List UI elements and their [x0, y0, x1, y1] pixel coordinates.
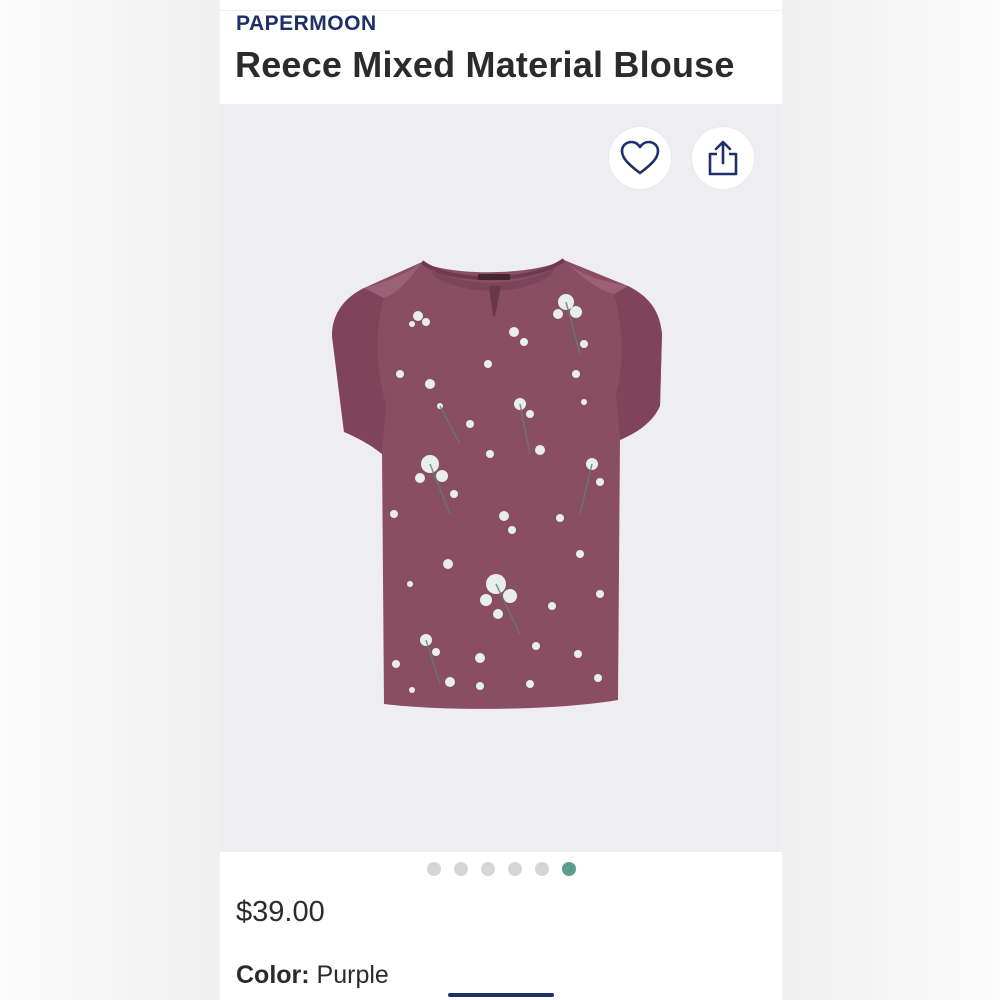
carousel-dot[interactable]: [426, 862, 441, 876]
favorite-button[interactable]: [609, 127, 671, 189]
carousel-pagination: [220, 862, 782, 882]
carousel-dot[interactable]: [480, 862, 495, 876]
carousel-dot[interactable]: [534, 862, 549, 876]
carousel-dot[interactable]: [453, 862, 468, 876]
scroll-indicator: [448, 993, 554, 997]
header-divider: [220, 10, 782, 11]
color-selector: Color: Purple: [236, 961, 389, 990]
heart-icon: [620, 140, 660, 175]
background-left: [0, 0, 220, 1000]
carousel-dot-active[interactable]: [561, 862, 576, 876]
brand-name[interactable]: PAPERMOON: [236, 12, 377, 36]
color-value: Purple: [316, 961, 389, 989]
background-right: [780, 0, 1000, 1000]
product-photo: [332, 258, 662, 709]
share-icon: [708, 140, 738, 176]
product-title: Reece Mixed Material Blouse: [235, 44, 735, 85]
product-price: $39.00: [236, 896, 325, 928]
carousel-dot[interactable]: [507, 862, 522, 876]
color-label: Color:: [236, 961, 317, 989]
share-button[interactable]: [692, 127, 754, 189]
product-image-carousel[interactable]: [220, 104, 782, 852]
product-detail-screen: PAPERMOON Reece Mixed Material Blouse $3…: [220, 0, 782, 1000]
